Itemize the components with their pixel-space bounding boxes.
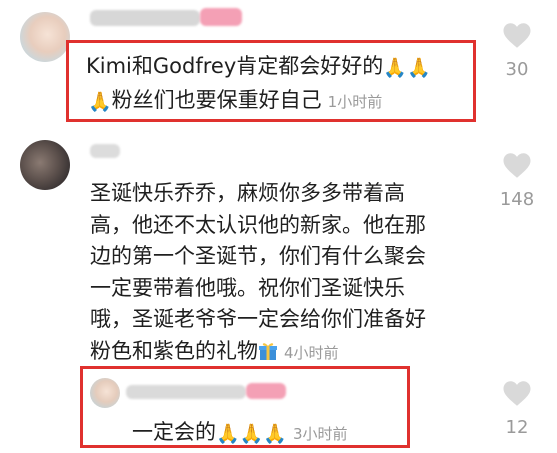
gift-icon <box>259 342 277 360</box>
comment-text-line: 哦，圣诞老爷爷一定会给你们准备好 <box>90 307 426 331</box>
like-count: 30 <box>505 59 529 80</box>
heart-icon <box>503 23 531 48</box>
like-button[interactable]: 148 <box>492 152 542 210</box>
comment-text-line: 圣诞快乐乔乔，麻烦你多多带着高 <box>90 181 405 205</box>
username-blurred-badge <box>200 8 242 26</box>
avatar[interactable] <box>20 12 70 62</box>
heart-icon <box>503 381 531 406</box>
avatar[interactable] <box>20 140 70 190</box>
username-blurred[interactable] <box>90 144 120 158</box>
comment-text-line: 高，他还不太认识他的新家。他在那 <box>90 212 426 237</box>
highlight-box <box>66 40 476 122</box>
like-count: 12 <box>505 417 529 438</box>
comment-text-line: 边的第一个圣诞节，你们有什么聚会 <box>90 244 426 268</box>
username-blurred[interactable] <box>90 10 200 26</box>
like-button[interactable]: 30 <box>492 22 542 80</box>
like-count: 148 <box>499 189 535 210</box>
comment-time: 4小时前 <box>284 343 339 362</box>
comment-text-line-last: 粉色和紫色的礼物 4小时前 <box>90 336 426 370</box>
like-button[interactable]: 12 <box>492 380 542 438</box>
comment-text: 圣诞快乐乔乔，麻烦你多多带着高 高，他还不太认识他的新家。他在那 边的第一个圣诞… <box>90 178 426 369</box>
heart-icon <box>503 153 531 178</box>
comment-text-segment: 粉色和紫色的礼物 <box>90 338 258 363</box>
highlight-box <box>80 366 410 448</box>
comment-text-line: 一定要带着他哦。祝你们圣诞快乐 <box>90 275 405 300</box>
